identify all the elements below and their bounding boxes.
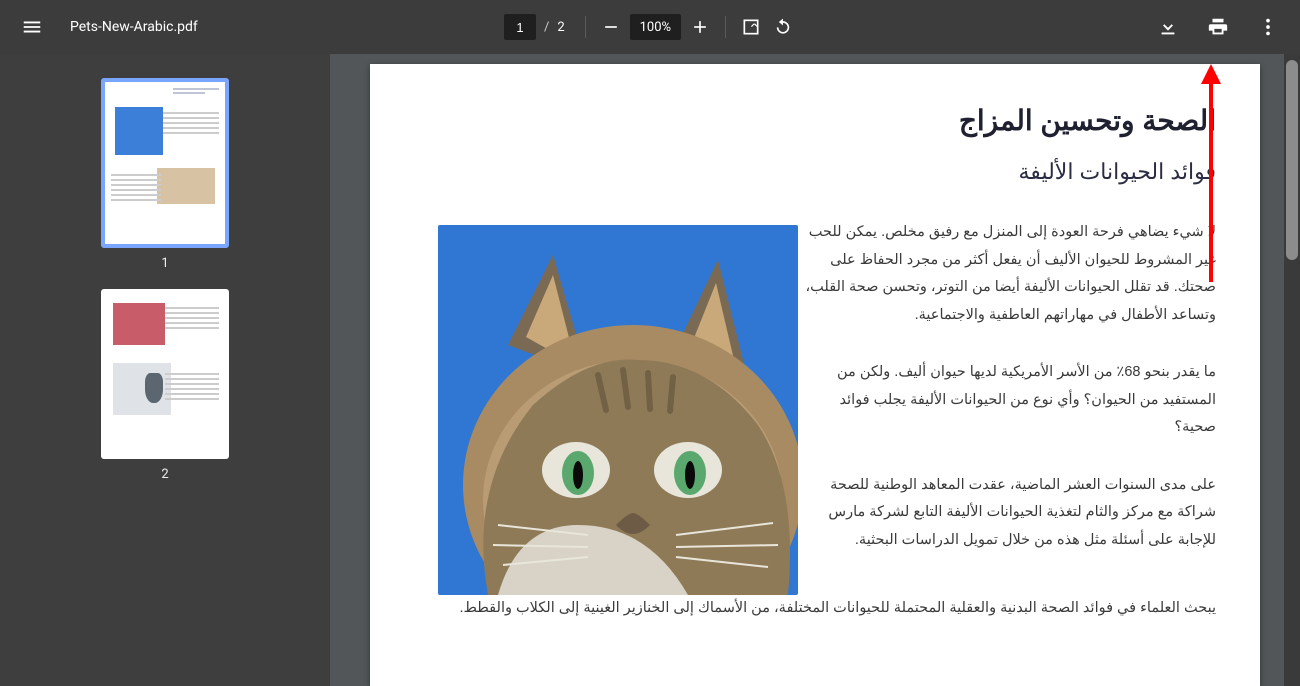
thumb-image-icon: [115, 107, 163, 155]
main-area: 1 2 الصحة وتحسين المزاج فوائد الحيوانات …: [0, 54, 1300, 686]
page-total: 2: [557, 20, 572, 35]
zoom-level[interactable]: 100%: [630, 14, 681, 40]
divider: [725, 16, 726, 38]
document-content: الصحة وتحسين المزاج فوائد الحيوانات الأل…: [414, 104, 1216, 623]
thumb-image-icon: [113, 303, 165, 345]
thumbnail-item: 1: [101, 78, 229, 271]
thumbnail-page-2[interactable]: [101, 289, 229, 459]
thumbnail-item: 2: [101, 289, 229, 482]
toolbar-center: / 2 100%: [504, 14, 796, 40]
doc-paragraph: يبحث العلماء في فوائد الصحة البدنية والع…: [414, 595, 1216, 623]
page-separator: /: [542, 20, 551, 35]
rotate-button[interactable]: [770, 14, 796, 40]
fit-page-button[interactable]: [738, 14, 764, 40]
pdf-toolbar: Pets-New-Arabic.pdf / 2 100%: [0, 0, 1300, 54]
more-menu-button[interactable]: [1254, 13, 1282, 41]
page-number-input[interactable]: [504, 14, 536, 40]
toolbar-left: Pets-New-Arabic.pdf: [18, 13, 486, 41]
zoom-value: 100%: [640, 20, 671, 35]
cat-illustration-icon: [438, 225, 798, 595]
toolbar-right: [814, 13, 1282, 41]
thumbnail-page-1[interactable]: [101, 78, 229, 248]
pdf-page: الصحة وتحسين المزاج فوائد الحيوانات الأل…: [370, 64, 1260, 686]
thumbnail-panel: 1 2: [0, 54, 330, 686]
print-button[interactable]: [1204, 13, 1232, 41]
filename-label: Pets-New-Arabic.pdf: [70, 19, 198, 35]
thumb-image-icon: [113, 363, 171, 415]
doc-title: الصحة وتحسين المزاج: [414, 104, 1216, 137]
vertical-scrollbar[interactable]: [1284, 54, 1300, 686]
thumb-image-icon: [157, 168, 215, 204]
zoom-out-button[interactable]: [598, 14, 624, 40]
article-image: [438, 225, 798, 595]
doc-subtitle: فوائد الحيوانات الأليفة: [414, 159, 1216, 185]
menu-icon[interactable]: [18, 13, 46, 41]
thumbnail-number: 1: [161, 256, 168, 271]
download-button[interactable]: [1154, 13, 1182, 41]
zoom-in-button[interactable]: [687, 14, 713, 40]
thumbnail-number: 2: [161, 467, 168, 482]
scrollbar-thumb[interactable]: [1286, 60, 1298, 260]
divider: [585, 16, 586, 38]
page-viewer[interactable]: الصحة وتحسين المزاج فوائد الحيوانات الأل…: [330, 54, 1300, 686]
